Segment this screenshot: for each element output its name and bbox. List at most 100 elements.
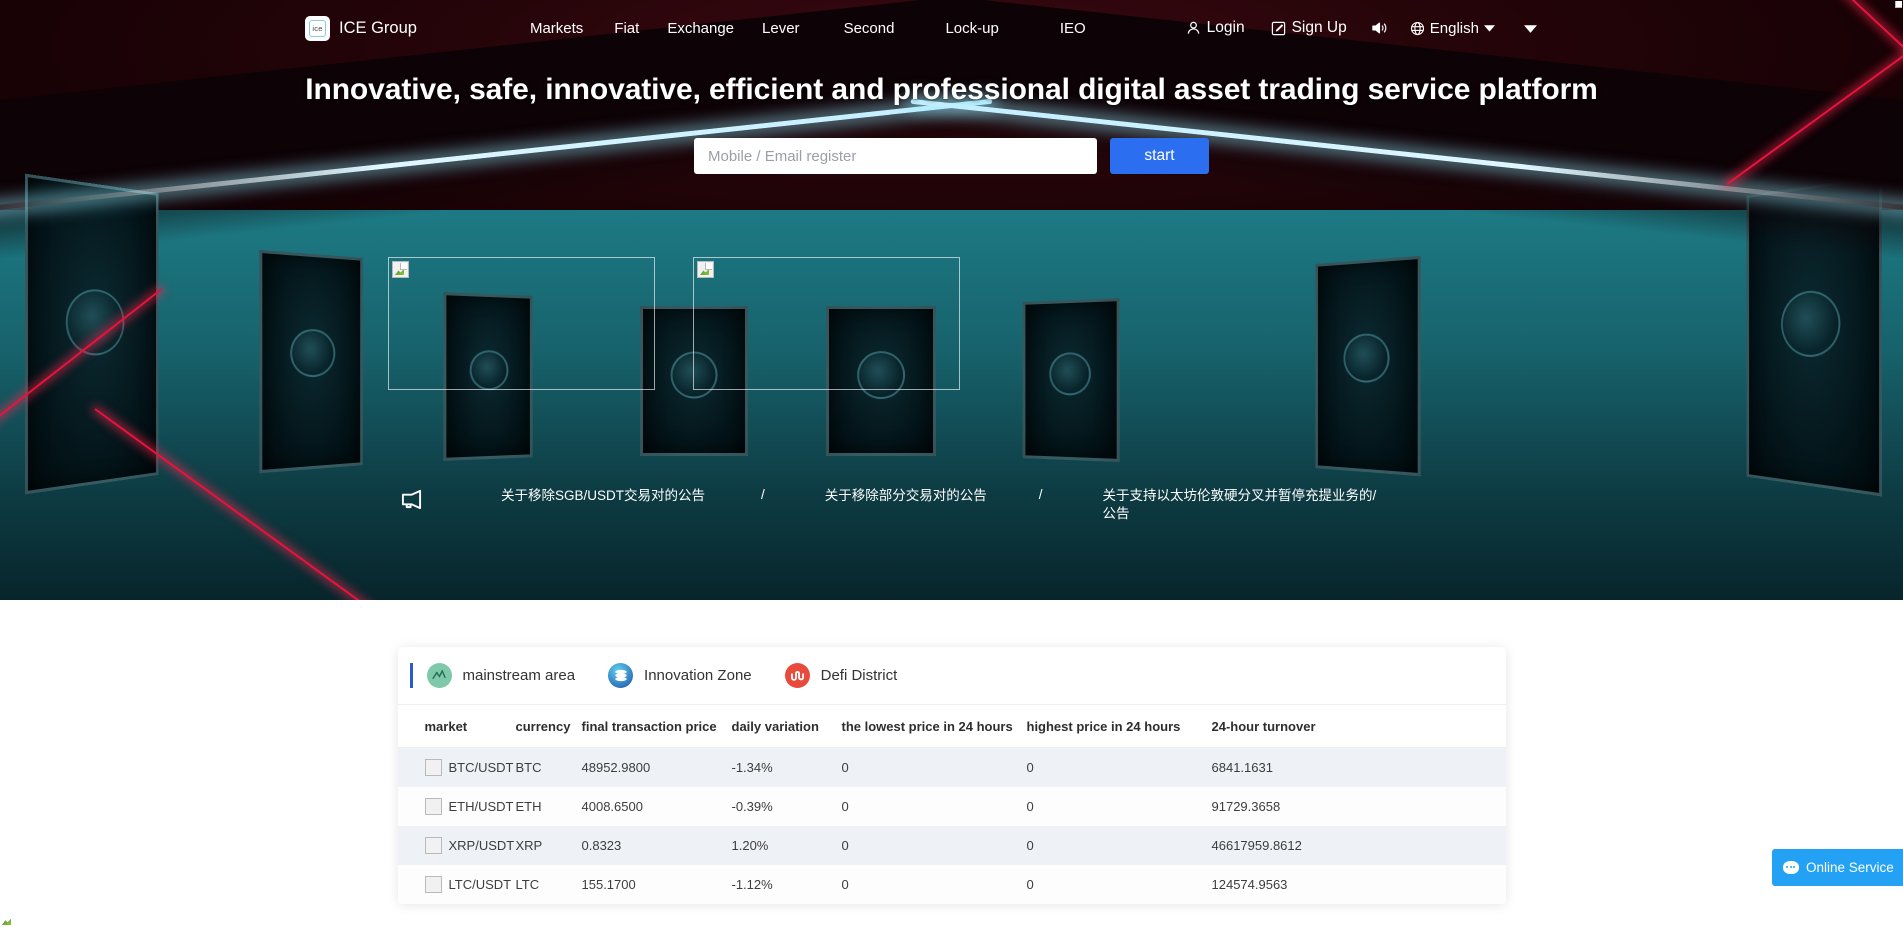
cell-price: 155.1700: [581, 877, 636, 892]
wall-art: [24, 173, 159, 495]
login-label: Login: [1206, 19, 1245, 36]
cell-currency: XRP: [515, 838, 543, 853]
sound-icon[interactable]: [1371, 20, 1388, 36]
coin-stack-icon: [608, 663, 634, 688]
extra-chevron-down-icon[interactable]: [1523, 24, 1537, 33]
broken-image-icon: [424, 876, 442, 893]
nav-item-fiat[interactable]: Fiat: [614, 20, 639, 37]
market-tabs: mainstream area Innovation Zone Defi Dis…: [397, 647, 1506, 705]
market-pair: LTC/USDT: [424, 876, 516, 893]
broken-image-icon: [424, 837, 442, 854]
cell-change: -0.39%: [731, 799, 773, 814]
tab-mainstream-area[interactable]: mainstream area: [409, 663, 576, 688]
announcement-item[interactable]: 关于移除SGB/USDT交易对的公告: [501, 487, 705, 505]
table-row[interactable]: XRP/USDT XRP 0.8323 1.20% 0 0 46617959.8…: [397, 826, 1506, 865]
table-row[interactable]: BTC/USDT BTC 48952.9800 -1.34% 0 0 6841.…: [397, 747, 1506, 787]
cell-price: 48952.9800: [581, 760, 651, 775]
register-input[interactable]: [694, 138, 1097, 174]
main-nav: Markets Fiat Exchange Lever Second Lock-…: [530, 20, 1086, 37]
nav-right-group: Login Sign Up English: [1186, 19, 1537, 37]
cell-low24h: 0: [841, 760, 849, 775]
col-daily-variation: daily variation: [731, 705, 842, 748]
top-navigation-bar: ice ICE Group Markets Fiat Exchange Leve…: [0, 0, 1903, 56]
table-row[interactable]: ETH/USDT ETH 4008.6500 -0.39% 0 0 91729.…: [397, 787, 1506, 826]
cell-low24h: 0: [841, 799, 849, 814]
globe-icon: [1410, 21, 1425, 36]
signup-label: Sign Up: [1291, 19, 1347, 36]
cell-change: -1.34%: [731, 760, 773, 775]
login-button[interactable]: Login: [1186, 19, 1245, 37]
tab-innovation-zone[interactable]: Innovation Zone: [608, 663, 752, 688]
online-service-label: Online Service: [1806, 860, 1894, 875]
wall-art: [259, 249, 363, 474]
cell-price: 4008.6500: [581, 799, 643, 814]
brand-name: ICE Group: [339, 18, 417, 37]
nav-item-markets[interactable]: Markets: [530, 20, 583, 37]
cell-price: 0.8323: [581, 838, 622, 853]
market-pair: XRP/USDT: [424, 837, 516, 854]
nav-item-lever[interactable]: Lever: [762, 20, 800, 37]
brand-logo-link[interactable]: ice ICE Group: [305, 15, 417, 41]
language-selector[interactable]: English: [1410, 20, 1495, 37]
table-row[interactable]: LTC/USDT LTC 155.1700 -1.12% 0 0 124574.…: [397, 865, 1506, 904]
user-icon: [1186, 20, 1201, 36]
banner-placeholder[interactable]: [693, 257, 960, 390]
nav-item-lock-up[interactable]: Lock-up: [945, 20, 998, 37]
broken-image-icon: [424, 798, 442, 815]
chart-wave-icon: [426, 663, 452, 688]
announcement-list: 关于移除SGB/USDT交易对的公告 / 关于移除部分交易对的公告 / 关于支持…: [501, 487, 1385, 523]
market-pair: ETH/USDT: [424, 798, 516, 815]
nav-item-exchange[interactable]: Exchange: [667, 20, 734, 37]
start-button[interactable]: start: [1110, 138, 1209, 174]
nav-item-ieo[interactable]: IEO: [1060, 20, 1086, 37]
chevron-down-icon: [1483, 24, 1495, 32]
market-card: mainstream area Innovation Zone Defi Dis…: [397, 647, 1506, 904]
ice-logo-icon: ice: [305, 15, 330, 41]
announcement-bar: 关于移除SGB/USDT交易对的公告 / 关于移除部分交易对的公告 / 关于支持…: [0, 487, 1903, 523]
wall-art: [1746, 175, 1883, 497]
tab-label: mainstream area: [462, 667, 576, 684]
page-title: Innovative, safe, innovative, efficient …: [305, 73, 1598, 106]
cell-high24h: 0: [1026, 877, 1034, 892]
register-form: start: [0, 138, 1903, 174]
cell-currency: BTC: [515, 760, 542, 775]
announcement-separator: /: [761, 487, 765, 502]
cell-change: -1.12%: [731, 877, 773, 892]
cell-turnover: 91729.3658: [1211, 799, 1281, 814]
banner-placeholder[interactable]: [388, 257, 655, 390]
col-highest-24h: highest price in 24 hours: [1026, 705, 1212, 748]
market-pair-label: XRP/USDT: [448, 838, 515, 853]
market-pair-label: LTC/USDT: [448, 877, 512, 892]
cell-currency: LTC: [515, 877, 540, 892]
chat-bubble-icon: [1783, 861, 1799, 874]
hero-banner: ice ICE Group Markets Fiat Exchange Leve…: [0, 0, 1903, 600]
announcement-item[interactable]: 关于支持以太坊伦敦硬分叉并暂停充提业务的/公告: [1103, 487, 1385, 523]
col-turnover: 24-hour turnover: [1211, 705, 1506, 748]
nav-item-second[interactable]: Second: [844, 20, 895, 37]
market-pair-label: ETH/USDT: [448, 799, 514, 814]
market-pair: BTC/USDT: [424, 759, 516, 776]
cell-high24h: 0: [1026, 838, 1034, 853]
tab-defi-district[interactable]: Defi District: [784, 663, 898, 688]
col-market: market: [397, 705, 516, 748]
col-currency: currency: [515, 705, 582, 748]
tab-label: Defi District: [820, 667, 898, 684]
wall-art: [1315, 255, 1421, 477]
broken-image-icon: [697, 261, 714, 278]
stumbleupon-icon: [784, 663, 810, 688]
announcement-item[interactable]: 关于移除部分交易对的公告: [825, 487, 987, 505]
cell-high24h: 0: [1026, 760, 1034, 775]
market-section: mainstream area Innovation Zone Defi Dis…: [0, 600, 1903, 904]
market-table: market currency final transaction price …: [397, 705, 1506, 904]
signup-button[interactable]: Sign Up: [1271, 19, 1347, 37]
tab-label: Innovation Zone: [644, 667, 752, 684]
cell-high24h: 0: [1026, 799, 1034, 814]
table-header-row: market currency final transaction price …: [397, 705, 1506, 748]
announcement-separator: /: [1038, 487, 1043, 502]
language-label: English: [1429, 19, 1479, 37]
cell-turnover: 46617959.8612: [1211, 838, 1302, 853]
online-service-button[interactable]: Online Service: [1772, 849, 1903, 886]
ice-logo-text: ice: [309, 19, 326, 37]
cell-turnover: 124574.9563: [1211, 877, 1288, 892]
market-table-head: market currency final transaction price …: [397, 705, 1506, 748]
